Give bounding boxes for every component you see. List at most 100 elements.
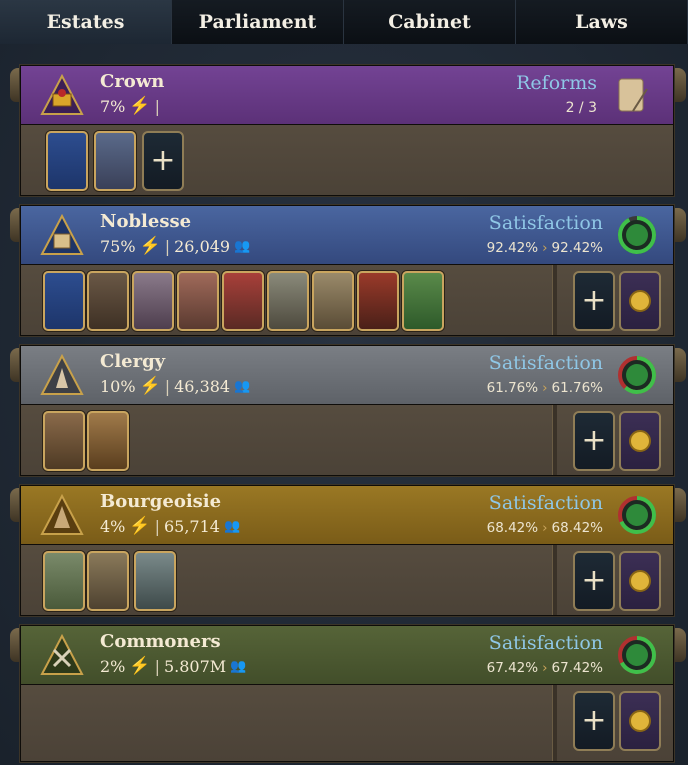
estate-stats: 10% ⚡ | 46,384 👥 — [100, 376, 250, 396]
commoners-body: + — [21, 685, 673, 761]
praying-hands-emblem-icon — [40, 354, 84, 395]
lightning-bolt-icon: ⚡ — [129, 656, 151, 676]
tab-bar: Estates Parliament Cabinet Laws — [0, 0, 688, 44]
crown-stats: 7% ⚡ | — [100, 96, 160, 116]
estate-name: Noblesse — [100, 211, 192, 232]
bourgeoisie-header: Bourgeoisie 4% ⚡ | 65,714 👥 Satisfaction… — [21, 486, 673, 545]
privilege-card[interactable] — [132, 271, 174, 331]
estate-population: 26,049 — [174, 236, 231, 256]
lightning-bolt-icon: ⚡ — [129, 96, 151, 116]
privilege-card[interactable] — [222, 271, 264, 331]
reforms-label[interactable]: Reforms — [516, 72, 597, 94]
privilege-card[interactable] — [357, 271, 399, 331]
arrow-right-icon: › — [542, 240, 548, 256]
add-privilege-button[interactable]: + — [573, 411, 615, 471]
satisfaction-values: 61.76% › 61.76% — [487, 380, 603, 396]
privilege-card[interactable] — [43, 551, 85, 611]
divider — [552, 685, 557, 761]
divider — [552, 545, 557, 615]
bourgeoisie-body: + — [21, 545, 673, 615]
satisfaction-gauge[interactable] — [617, 215, 657, 255]
clergy-body: + — [21, 405, 673, 475]
estate-stats: 75% ⚡ | 26,049 👥 — [100, 236, 250, 256]
separator: | — [164, 236, 171, 256]
estate-population: 5.807M — [163, 656, 227, 676]
lightning-bolt-icon: ⚡ — [139, 236, 161, 256]
satisfaction-values: 67.42% › 67.42% — [487, 660, 603, 676]
privilege-card[interactable] — [87, 271, 129, 331]
scroll-quill-icon[interactable] — [615, 75, 649, 115]
estate-name: Bourgeoisie — [100, 491, 222, 512]
satisfaction-target: 92.42% — [551, 240, 603, 256]
satisfaction-values: 68.42% › 68.42% — [487, 520, 603, 536]
privilege-card[interactable] — [94, 131, 136, 191]
plus-icon: + — [581, 563, 607, 598]
people-icon: 👥 — [230, 658, 247, 674]
gold-coins-icon — [629, 570, 651, 592]
reforms-value: 2 / 3 — [565, 100, 597, 116]
privilege-card[interactable] — [87, 411, 129, 471]
privilege-card[interactable] — [46, 131, 88, 191]
interact-button[interactable] — [619, 691, 661, 751]
add-privilege-button[interactable]: + — [573, 551, 615, 611]
crown-emblem-icon — [40, 74, 84, 115]
estate-stats: 4% ⚡ | 65,714 👥 — [100, 516, 240, 536]
plus-icon: + — [581, 283, 607, 318]
privilege-card[interactable] — [267, 271, 309, 331]
tab-cabinet[interactable]: Cabinet — [344, 0, 516, 44]
estate-crown: Crown 7% ⚡ | Reforms 2 / 3 + — [20, 65, 674, 196]
estate-bourgeoisie: Bourgeoisie 4% ⚡ | 65,714 👥 Satisfaction… — [20, 485, 674, 616]
arrow-right-icon: › — [542, 520, 548, 536]
plus-icon: + — [581, 703, 607, 738]
privilege-card[interactable] — [87, 551, 129, 611]
crown-name: Crown — [100, 71, 165, 92]
plus-icon: + — [150, 143, 176, 178]
arrow-right-icon: › — [542, 660, 548, 676]
satisfaction-current: 68.42% — [486, 520, 539, 536]
noblesse-header: Noblesse 75% ⚡ | 26,049 👥 Satisfaction 9… — [21, 206, 673, 265]
privilege-card[interactable] — [402, 271, 444, 331]
estate-name: Commoners — [100, 631, 221, 652]
crown-header: Crown 7% ⚡ | Reforms 2 / 3 — [21, 66, 673, 125]
plus-icon: + — [581, 423, 607, 458]
add-privilege-button[interactable]: + — [573, 271, 615, 331]
satisfaction-label: Satisfaction — [488, 352, 603, 374]
add-privilege-button[interactable]: + — [573, 691, 615, 751]
estates-panel: Crown 7% ⚡ | Reforms 2 / 3 + Noblesse 75… — [0, 44, 688, 765]
separator: | — [154, 516, 160, 536]
crown-body: + — [21, 125, 673, 195]
people-icon: 👥 — [234, 378, 251, 394]
noblesse-body: + — [21, 265, 673, 335]
gold-coins-icon — [629, 290, 651, 312]
tab-estates[interactable]: Estates — [0, 0, 172, 44]
estate-population: 46,384 — [174, 376, 231, 396]
separator: | — [164, 376, 171, 396]
estate-clergy: Clergy 10% ⚡ | 46,384 👥 Satisfaction 61.… — [20, 345, 674, 476]
add-privilege-button[interactable]: + — [142, 131, 184, 191]
privilege-card[interactable] — [312, 271, 354, 331]
privilege-card[interactable] — [177, 271, 219, 331]
interact-button[interactable] — [619, 271, 661, 331]
satisfaction-label: Satisfaction — [488, 492, 603, 514]
commoners-header: Commoners 2% ⚡ | 5.807M 👥 Satisfaction 6… — [21, 626, 673, 685]
separator: | — [154, 96, 160, 116]
privilege-card[interactable] — [43, 411, 85, 471]
satisfaction-gauge[interactable] — [617, 355, 657, 395]
tab-parliament[interactable]: Parliament — [172, 0, 344, 44]
estate-noblesse: Noblesse 75% ⚡ | 26,049 👥 Satisfaction 9… — [20, 205, 674, 336]
privilege-card[interactable] — [134, 551, 176, 611]
gold-coins-icon — [629, 710, 651, 732]
satisfaction-gauge[interactable] — [617, 635, 657, 675]
interact-button[interactable] — [619, 411, 661, 471]
divider — [552, 405, 557, 475]
satisfaction-target: 68.42% — [551, 520, 603, 536]
estate-power: 4% — [100, 516, 126, 536]
estate-power: 2% — [100, 656, 126, 676]
satisfaction-gauge[interactable] — [617, 495, 657, 535]
interact-button[interactable] — [619, 551, 661, 611]
arrow-right-icon: › — [542, 380, 548, 396]
crown-power: 7% — [100, 96, 126, 116]
tab-laws[interactable]: Laws — [516, 0, 688, 44]
lightning-bolt-icon: ⚡ — [129, 516, 151, 536]
privilege-card[interactable] — [43, 271, 85, 331]
